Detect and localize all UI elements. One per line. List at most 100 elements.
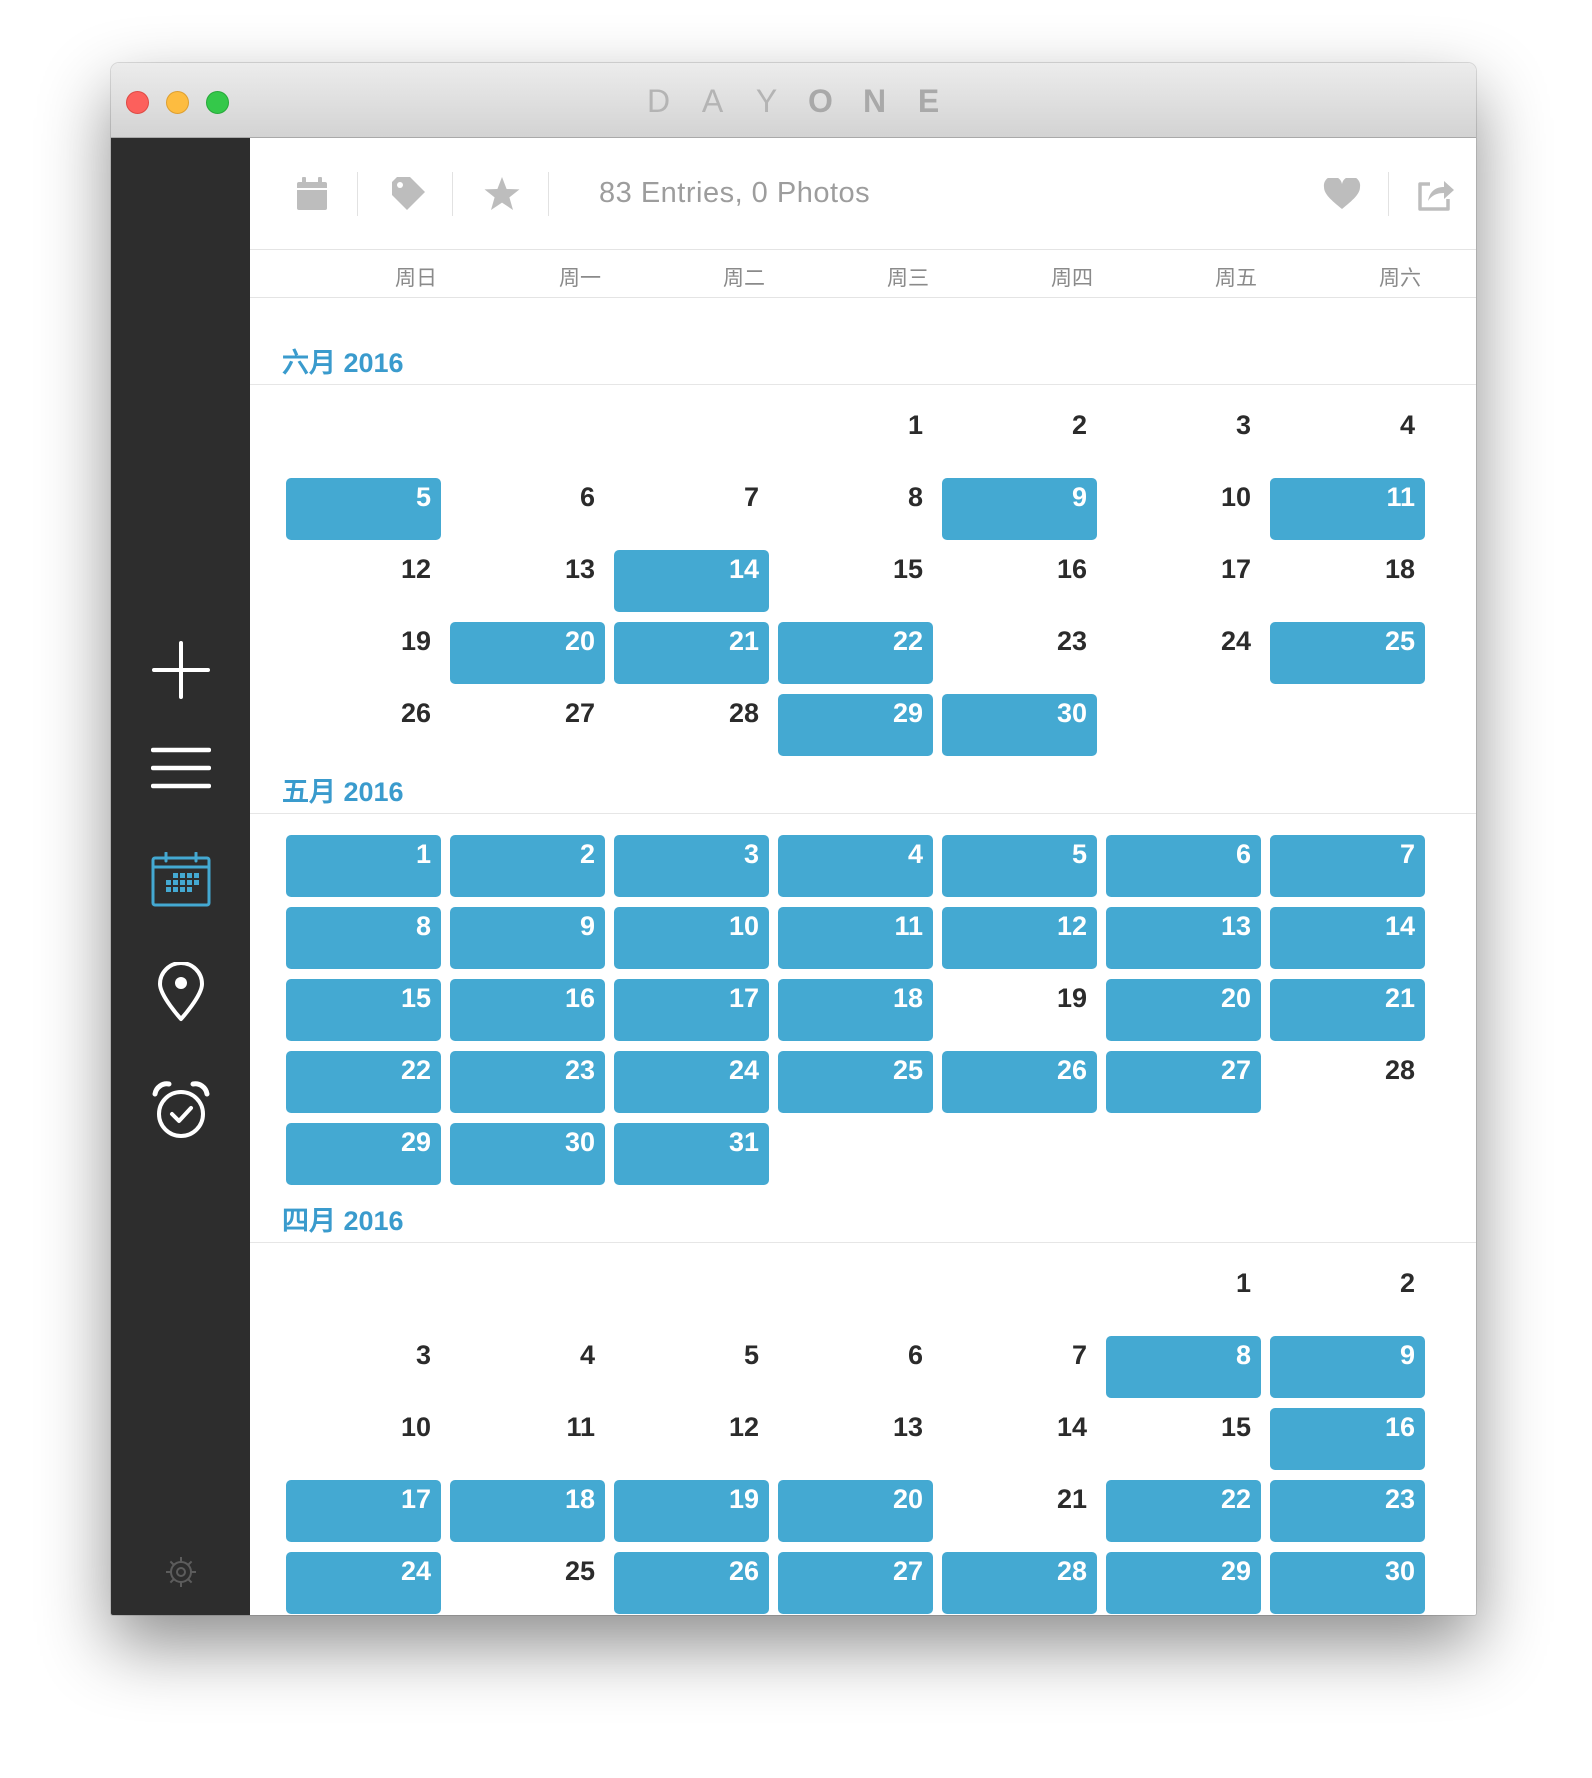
day-cell-with-entry[interactable]: 27: [778, 1552, 933, 1614]
app-window: DAYONE 83 Entries, 0 Photos 周日 周一 周二 周三 …: [111, 63, 1476, 1615]
starred-filter-button[interactable]: [480, 172, 524, 216]
day-cell-with-entry[interactable]: 26: [942, 1051, 1097, 1113]
day-cell-with-entry[interactable]: 12: [942, 907, 1097, 969]
day-cell-with-entry[interactable]: 23: [450, 1051, 605, 1113]
day-number: 17: [728, 983, 759, 1013]
day-cell-with-entry[interactable]: 31: [614, 1123, 769, 1185]
weekday-label: 周五: [1215, 267, 1257, 290]
day-cell-with-entry[interactable]: 24: [286, 1552, 441, 1614]
day-number: 18: [892, 983, 923, 1013]
day-cell-with-entry[interactable]: 22: [286, 1051, 441, 1113]
day-cell: 2: [1270, 1264, 1425, 1326]
day-cell-with-entry[interactable]: 22: [778, 622, 933, 684]
day-cell-with-entry[interactable]: 3: [614, 835, 769, 897]
day-number: 20: [892, 1484, 923, 1514]
day-cell-with-entry[interactable]: 20: [1106, 979, 1261, 1041]
weekday-label: 周三: [887, 267, 929, 290]
day-number: 23: [1056, 626, 1087, 656]
day-cell-with-entry[interactable]: 17: [286, 1480, 441, 1542]
main-panel: 83 Entries, 0 Photos 周日 周一 周二 周三 周四 周五 周…: [250, 138, 1476, 1615]
day-cell-with-entry[interactable]: 8: [1106, 1336, 1261, 1398]
day-cell-with-entry[interactable]: 30: [942, 694, 1097, 756]
day-cell-with-entry[interactable]: 29: [1106, 1552, 1261, 1614]
day-cell: 3: [286, 1336, 441, 1398]
day-cell: 4: [450, 1336, 605, 1398]
day-cell-with-entry[interactable]: 21: [614, 622, 769, 684]
day-cell-with-entry[interactable]: 4: [778, 835, 933, 897]
day-number: 1: [1235, 1268, 1251, 1298]
day-cell-with-entry[interactable]: 2: [450, 835, 605, 897]
calendar-icon: [297, 177, 327, 210]
title-bar[interactable]: DAYONE: [111, 63, 1476, 138]
day-cell-with-entry[interactable]: 30: [1270, 1552, 1425, 1614]
day-cell-with-entry[interactable]: 21: [1270, 979, 1425, 1041]
day-cell-with-entry[interactable]: 5: [286, 478, 441, 540]
calendar-view-button[interactable]: [145, 844, 217, 916]
day-cell-with-entry[interactable]: 9: [942, 478, 1097, 540]
day-number: 19: [1056, 983, 1087, 1013]
day-cell-with-entry[interactable]: 20: [778, 1480, 933, 1542]
day-cell: 8: [778, 478, 933, 540]
new-entry-button[interactable]: [145, 634, 217, 706]
day-number: 9: [1399, 1340, 1415, 1370]
day-cell-with-entry[interactable]: 26: [614, 1552, 769, 1614]
day-number: 23: [1384, 1484, 1415, 1514]
day-cell-with-entry[interactable]: 10: [614, 907, 769, 969]
day-number: 10: [1220, 482, 1251, 512]
day-cell-with-entry[interactable]: 28: [942, 1552, 1097, 1614]
day-number: 9: [1071, 482, 1087, 512]
day-cell-with-entry[interactable]: 14: [614, 550, 769, 612]
day-cell-with-entry[interactable]: 30: [450, 1123, 605, 1185]
day-cell-with-entry[interactable]: 16: [450, 979, 605, 1041]
day-cell-with-entry[interactable]: 1: [286, 835, 441, 897]
day-cell-with-entry[interactable]: 23: [1270, 1480, 1425, 1542]
day-cell-with-entry[interactable]: 29: [286, 1123, 441, 1185]
day-cell-with-entry[interactable]: 24: [614, 1051, 769, 1113]
day-cell-with-entry[interactable]: 14: [1270, 907, 1425, 969]
day-cell-with-entry[interactable]: 22: [1106, 1480, 1261, 1542]
day-cell-with-entry[interactable]: 18: [778, 979, 933, 1041]
day-cell-with-entry[interactable]: 8: [286, 907, 441, 969]
day-cell-with-entry[interactable]: 9: [450, 907, 605, 969]
day-number: 6: [579, 482, 595, 512]
day-cell-with-entry[interactable]: 19: [614, 1480, 769, 1542]
day-cell-with-entry[interactable]: 15: [286, 979, 441, 1041]
day-cell-with-entry[interactable]: 29: [778, 694, 933, 756]
day-number: 30: [1384, 1556, 1415, 1586]
day-cell: 4: [1270, 406, 1425, 468]
timeline-button[interactable]: [145, 732, 217, 804]
calendar-filter-button[interactable]: [290, 172, 334, 216]
day-cell-with-entry[interactable]: 16: [1270, 1408, 1425, 1470]
day-cell-with-entry[interactable]: 9: [1270, 1336, 1425, 1398]
day-cell-with-entry[interactable]: 7: [1270, 835, 1425, 897]
day-cell-with-entry[interactable]: 27: [1106, 1051, 1261, 1113]
day-cell-with-entry[interactable]: 6: [1106, 835, 1261, 897]
day-number: 8: [415, 911, 431, 941]
day-cell-with-entry[interactable]: 25: [778, 1051, 933, 1113]
day-cell-with-entry[interactable]: 13: [1106, 907, 1261, 969]
day-cell-with-entry[interactable]: 11: [1270, 478, 1425, 540]
day-cell: 24: [1106, 622, 1261, 684]
day-cell-with-entry[interactable]: 11: [778, 907, 933, 969]
tag-filter-button[interactable]: [386, 172, 430, 216]
day-cell: 6: [778, 1336, 933, 1398]
day-cell-with-entry[interactable]: 25: [1270, 622, 1425, 684]
day-number: 4: [579, 1340, 595, 1370]
day-number: 21: [728, 626, 759, 656]
day-cell-with-entry[interactable]: 18: [450, 1480, 605, 1542]
day-cell-with-entry[interactable]: 5: [942, 835, 1097, 897]
share-button[interactable]: [1414, 172, 1458, 216]
places-button[interactable]: [145, 956, 217, 1028]
day-number: 8: [907, 482, 923, 512]
settings-button[interactable]: [163, 1554, 199, 1590]
day-cell-with-entry[interactable]: 17: [614, 979, 769, 1041]
day-number: 13: [892, 1412, 923, 1442]
day-number: 6: [1235, 839, 1251, 869]
reminders-button[interactable]: [145, 1074, 217, 1146]
weekday-label: 周二: [723, 267, 765, 290]
day-number: 11: [1386, 482, 1415, 512]
day-cell-with-entry[interactable]: 20: [450, 622, 605, 684]
day-number: 14: [728, 554, 759, 584]
day-number: 8: [1235, 1340, 1251, 1370]
favorite-button[interactable]: [1320, 172, 1364, 216]
